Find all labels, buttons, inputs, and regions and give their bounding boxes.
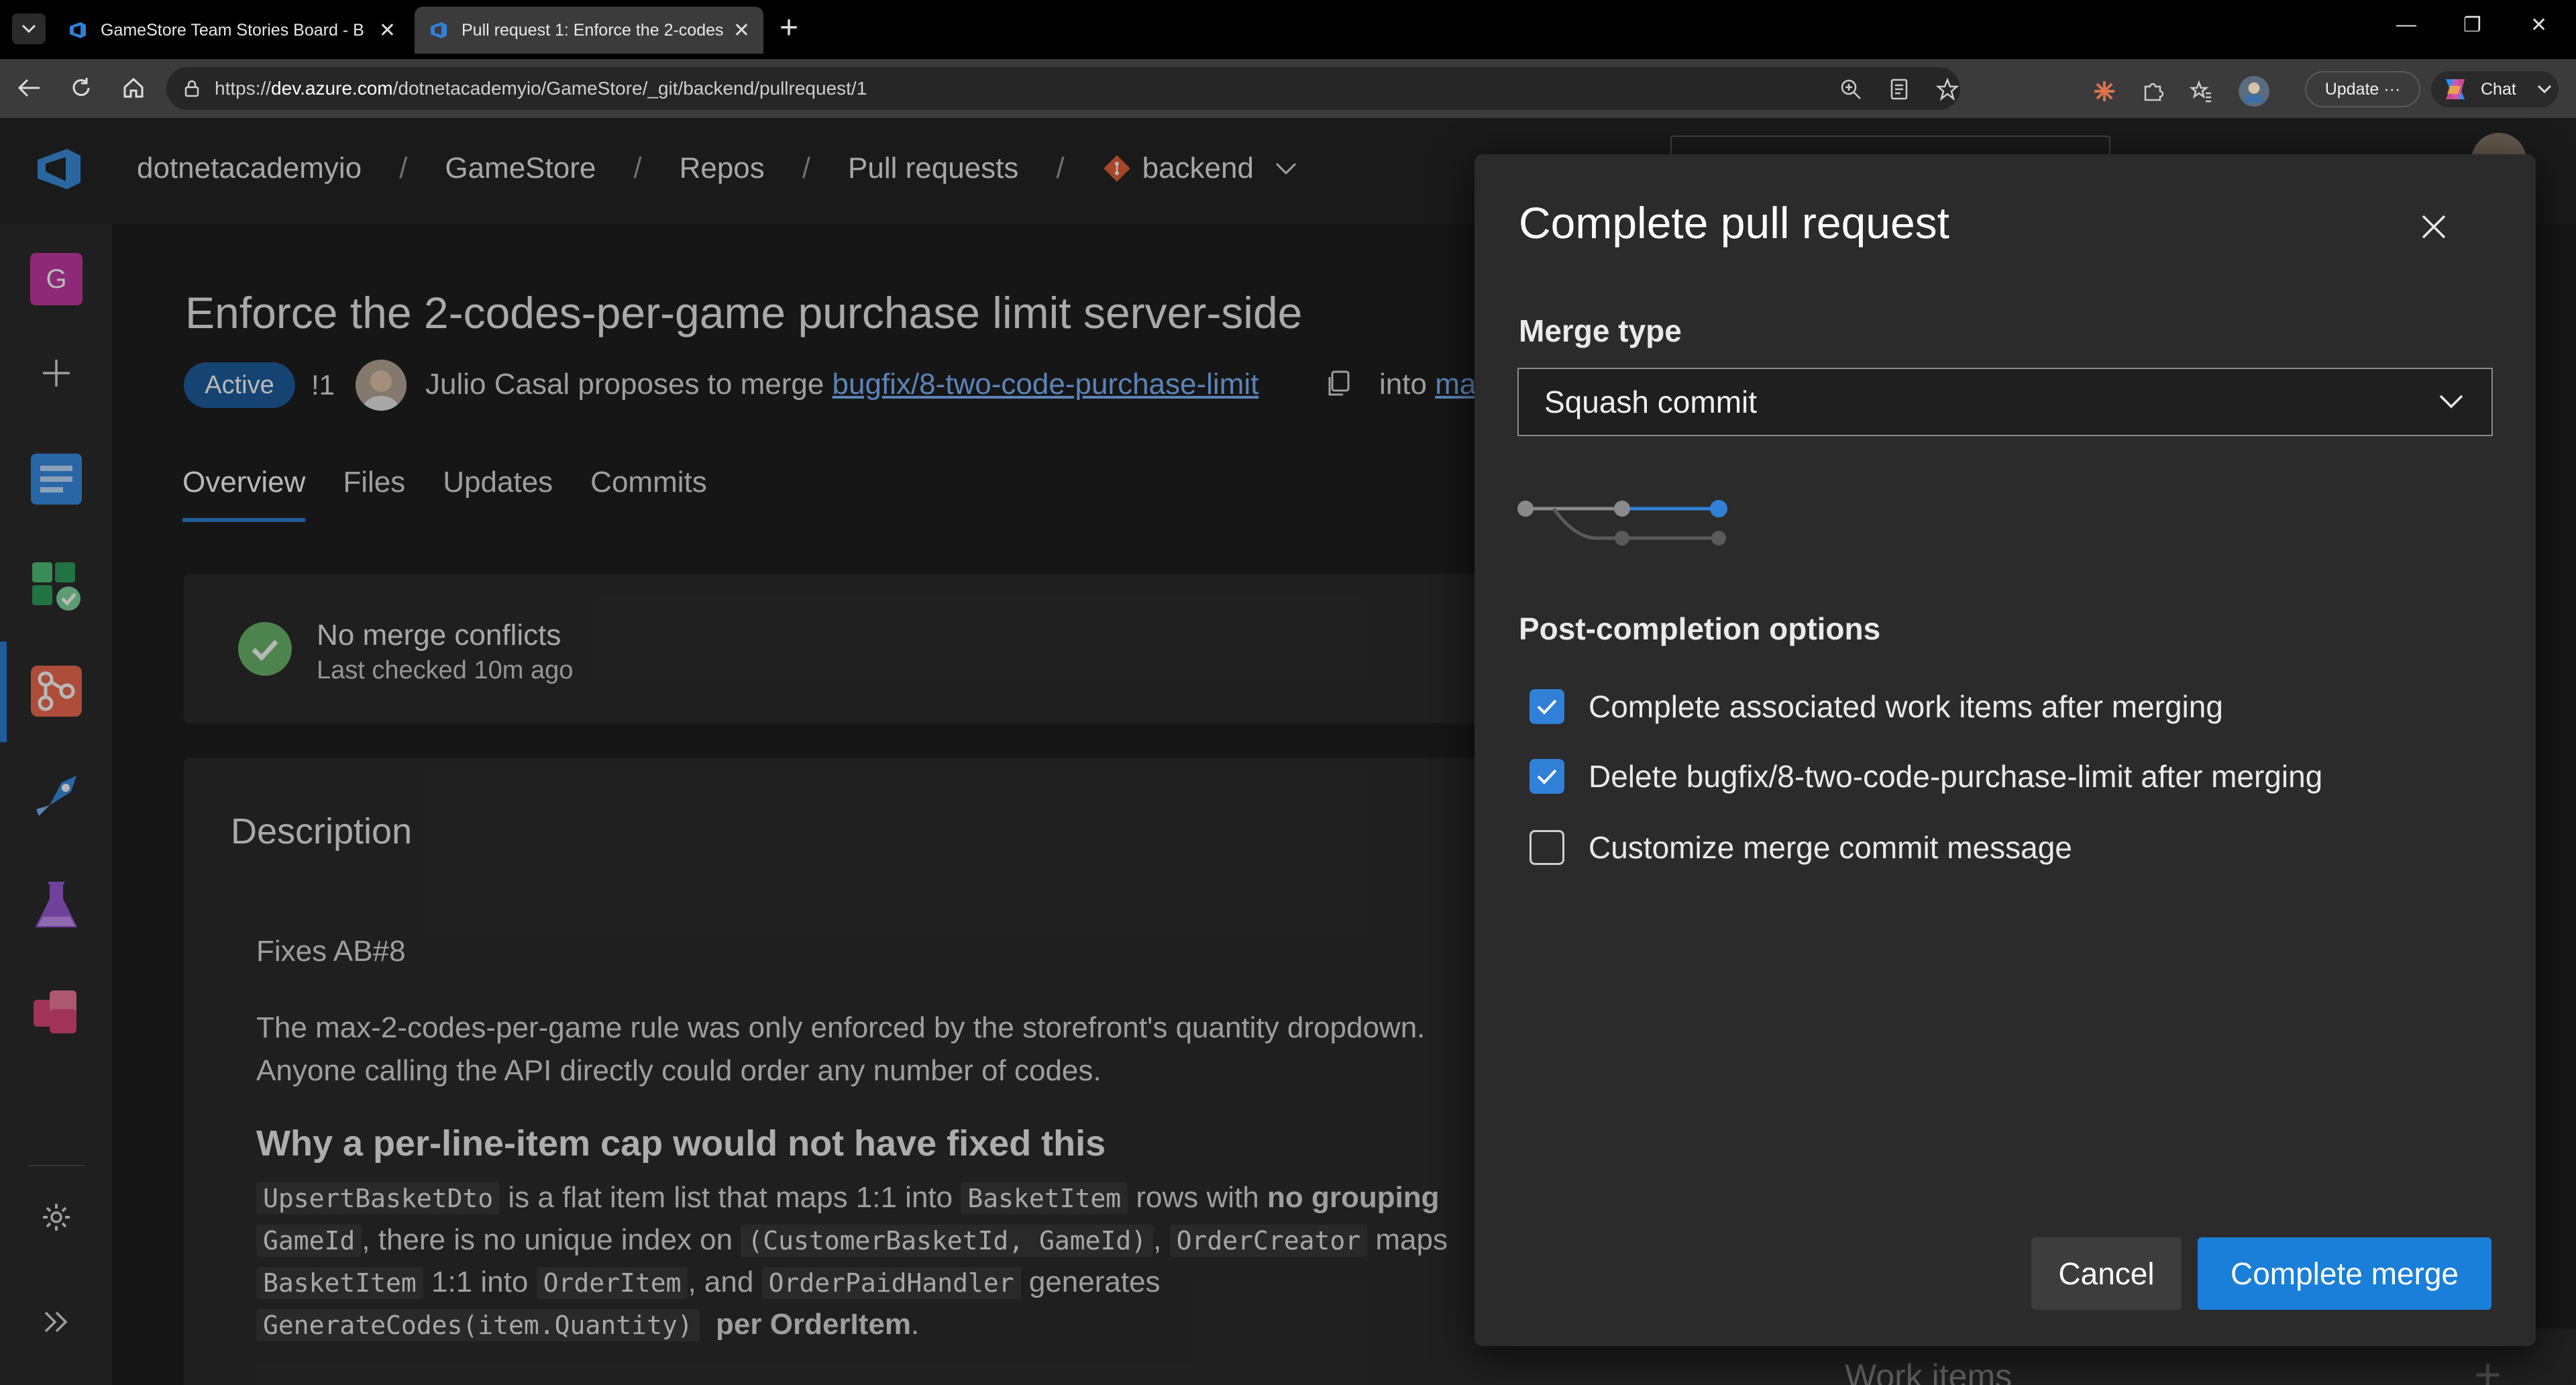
lock-icon[interactable] [182,79,201,98]
update-label: Update [2324,79,2379,99]
browser-tab-board[interactable]: GameStore Team Stories Board - B ✕ [54,7,409,54]
reader-view-icon[interactable] [1888,78,1911,101]
close-tab-icon[interactable]: ✕ [733,19,750,42]
address-bar-actions [1839,78,1959,101]
favorites-collection-icon[interactable] [2190,80,2212,103]
back-arrow-icon[interactable] [12,71,46,105]
address-bar[interactable]: https://dev.azure.com/dotnetacademyio/Ga… [166,67,1960,110]
cancel-button[interactable]: Cancel [2031,1237,2182,1310]
tab-title: Pull request 1: Enforce the 2-codes [462,20,724,40]
azure-devops-icon [70,22,86,38]
url-host: dev.azure.com [271,78,393,99]
complete-merge-button[interactable]: Complete merge [2198,1237,2491,1310]
favorite-star-icon[interactable] [1936,78,1959,101]
update-button[interactable]: Update ··· [2305,71,2420,107]
browser-tab-bar: GameStore Team Stories Board - B ✕ Pull … [0,0,2576,59]
copilot-chat-button[interactable]: Chat [2431,71,2559,107]
close-icon[interactable] [2414,207,2454,247]
chevron-down-icon [2439,395,2463,409]
dialog-title: Complete pull request [1519,198,1950,248]
merge-type-value: Squash commit [1544,384,1758,419]
chevron-down-icon [21,24,36,34]
checkbox-checked[interactable] [1529,689,1564,724]
browser-tab-pull-request[interactable]: Pull request 1: Enforce the 2-codes ✕ [415,7,763,54]
tab-actions-menu[interactable] [12,13,46,44]
copilot-icon [2446,79,2465,99]
checkbox-unchecked[interactable] [1529,830,1564,865]
extensions-puzzle-icon[interactable] [2141,80,2164,103]
option-label: Complete associated work items after mer… [1589,689,2223,724]
close-window-icon[interactable]: ✕ [2530,13,2547,37]
complete-pr-dialog: Complete pull request Merge type Squash … [1474,154,2536,1346]
claude-extension-icon[interactable] [2093,80,2116,103]
url-scheme: https:// [215,78,272,99]
checkbox-checked[interactable] [1529,759,1564,794]
option-label: Customize merge commit message [1589,830,2072,865]
checkmark-icon [1537,699,1557,715]
home-icon[interactable] [117,71,150,105]
tab-title: GameStore Team Stories Board - B [101,20,364,40]
update-more-icon: ··· [2383,79,2401,99]
post-completion-label: Post-completion options [1519,611,1881,646]
profile-avatar[interactable] [2238,75,2270,107]
squash-merge-diagram-icon [1517,500,1727,546]
merge-type-label: Merge type [1519,313,1682,348]
merge-type-select[interactable]: Squash commit [1517,368,2493,436]
browser-toolbar: https://dev.azure.com/dotnetacademyio/Ga… [0,59,2576,118]
restore-icon[interactable]: ❐ [2463,13,2481,37]
zoom-icon[interactable] [1839,78,1862,101]
new-tab-button[interactable]: + [780,12,798,44]
option-delete-branch[interactable]: Delete bugfix/8-two-code-purchase-limit … [1529,758,2322,794]
chat-label: Chat [2481,79,2516,99]
checkmark-icon [1537,769,1557,784]
azure-devops-icon [431,22,447,38]
option-customize-message[interactable]: Customize merge commit message [1529,829,2072,866]
close-tab-icon[interactable]: ✕ [379,19,396,42]
url-path: /dotnetacademyio/GameStore/_git/backend/… [392,78,867,99]
option-complete-work-items[interactable]: Complete associated work items after mer… [1529,688,2223,725]
refresh-icon[interactable] [64,71,98,105]
minimize-icon[interactable]: — [2396,13,2416,36]
extensions-area [2093,75,2270,107]
chevron-down-icon[interactable] [2536,84,2553,95]
option-label: Delete bugfix/8-two-code-purchase-limit … [1589,759,2323,794]
